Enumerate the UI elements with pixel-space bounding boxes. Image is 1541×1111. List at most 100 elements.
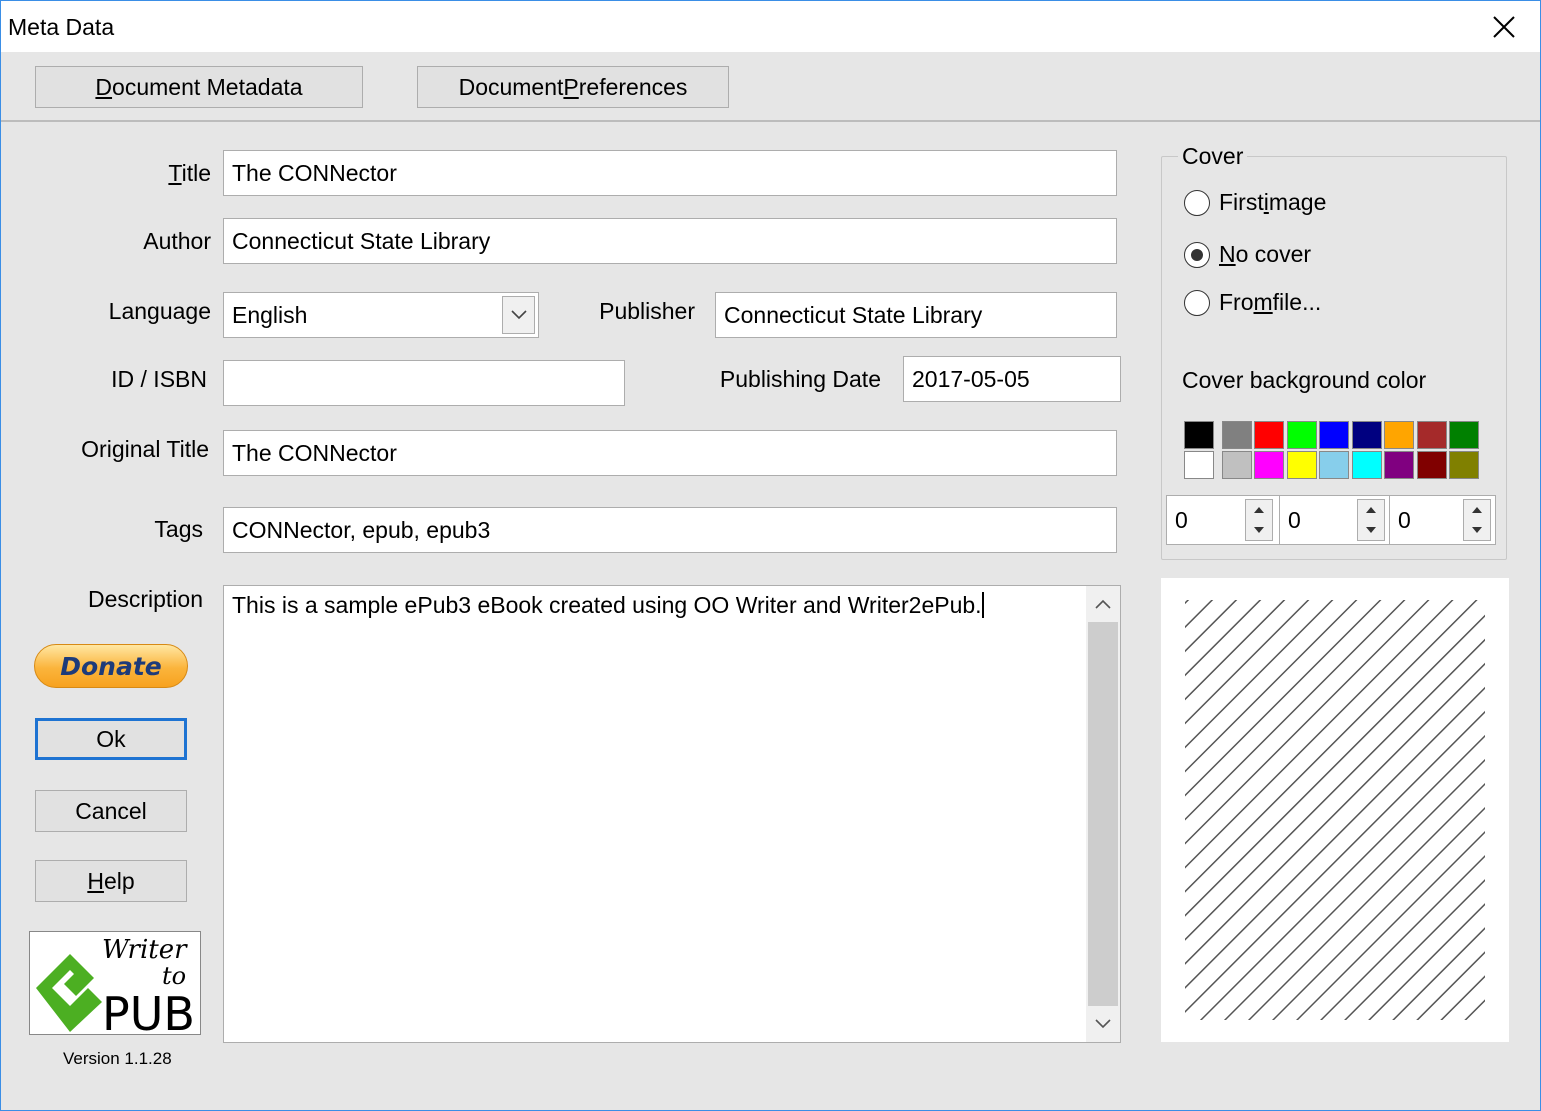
epub-logo-graphic: Writer to PUB <box>36 935 195 1041</box>
red-value: 0 <box>1175 506 1188 533</box>
color-swatch[interactable] <box>1254 451 1284 479</box>
author-label: Author <box>143 228 211 254</box>
color-swatch[interactable] <box>1286 421 1317 449</box>
no-cover-label-accel: N <box>1219 241 1236 267</box>
title-label-post: itle <box>181 160 211 186</box>
color-swatch[interactable] <box>1351 451 1382 479</box>
title-label-accel: T <box>168 160 182 186</box>
title-label: Title <box>101 160 211 187</box>
version-label: Version 1.1.28 <box>63 1049 172 1068</box>
original-title-input-value: The CONNector <box>232 439 397 466</box>
green-value: 0 <box>1288 506 1301 533</box>
color-swatch[interactable] <box>1449 451 1479 479</box>
language-dropdown-button[interactable] <box>502 296 535 334</box>
original-title-label: Original Title <box>81 436 209 462</box>
id-isbn-label: ID / ISBN <box>111 366 207 392</box>
author-input-value: Connecticut State Library <box>232 227 491 254</box>
publishing-date-input[interactable]: 2017-05-05 <box>903 356 1121 402</box>
no-cover-radio[interactable] <box>1184 241 1210 268</box>
description-scrollbar[interactable] <box>1086 586 1120 1042</box>
publisher-label: Publisher <box>599 298 695 324</box>
tags-label-post: s <box>191 516 204 542</box>
scrollbar-thumb[interactable] <box>1088 622 1118 1006</box>
tags-input[interactable]: CONNector, epub, epub3 <box>223 507 1117 553</box>
language-select[interactable]: English <box>223 292 539 338</box>
scroll-up-button[interactable] <box>1086 586 1120 622</box>
from-file-option[interactable]: Fro m file... <box>1184 289 1321 316</box>
description-textarea[interactable]: This is a sample ePub3 eBook created usi… <box>223 585 1121 1043</box>
scroll-down-button[interactable] <box>1086 1006 1120 1042</box>
no-cover-option[interactable]: No cover <box>1184 241 1311 268</box>
cover-bg-color-label: Cover background color <box>1182 367 1427 393</box>
document-preferences-button[interactable]: Document Preferences <box>417 66 729 108</box>
writer2epub-logo: Writer to PUB <box>29 931 201 1041</box>
document-metadata-button[interactable]: Document Metadata <box>35 66 363 108</box>
spin-down-icon <box>1472 527 1482 533</box>
color-swatch[interactable] <box>1286 451 1317 479</box>
document-preferences-accel: P <box>563 73 579 100</box>
help-button[interactable]: Help <box>35 860 187 902</box>
publisher-input[interactable]: Connecticut State Library <box>715 292 1117 338</box>
rgb-spinners: 0 0 0 <box>1166 495 1496 545</box>
description-text: This is a sample ePub3 eBook created usi… <box>232 592 984 619</box>
spin-up-icon <box>1472 507 1482 513</box>
red-spin-up[interactable] <box>1246 500 1272 520</box>
spin-down-icon <box>1254 527 1264 533</box>
publishing-date-input-value: 2017-05-05 <box>912 365 1030 392</box>
blue-spin-buttons[interactable] <box>1463 499 1491 541</box>
red-spin-down[interactable] <box>1246 520 1272 540</box>
color-swatch[interactable] <box>1384 451 1414 479</box>
first-image-label-post: mage <box>1268 189 1327 215</box>
from-file-radio[interactable] <box>1184 289 1210 316</box>
dialog-content: Document Metadata Document Preferences T… <box>1 52 1540 1110</box>
color-swatch[interactable] <box>1221 421 1252 449</box>
from-file-label-pre: Fro <box>1219 289 1254 315</box>
color-swatch[interactable] <box>1319 451 1349 479</box>
document-metadata-label: ocument Metadata <box>112 73 303 100</box>
title-bar: Meta Data <box>1 0 1540 52</box>
tags-label-pre: Ta <box>154 516 179 542</box>
logo-writer-text: Writer <box>102 935 188 965</box>
text-caret <box>981 592 984 618</box>
color-swatch[interactable] <box>1416 451 1447 479</box>
color-swatch[interactable] <box>1319 421 1349 449</box>
color-swatch[interactable] <box>1184 451 1214 479</box>
author-input[interactable]: Connecticut State Library <box>223 218 1117 264</box>
color-palette <box>1184 421 1479 481</box>
cancel-button[interactable]: Cancel <box>35 790 187 832</box>
close-icon <box>1493 16 1515 38</box>
blue-spin-down[interactable] <box>1464 520 1490 540</box>
original-title-input[interactable]: The CONNector <box>223 430 1117 476</box>
first-image-radio[interactable] <box>1184 189 1210 216</box>
tags-input-value: CONNector, epub, epub3 <box>232 516 491 543</box>
id-isbn-input[interactable] <box>223 360 625 406</box>
first-image-option[interactable]: First i mage <box>1184 189 1326 216</box>
blue-spin-up[interactable] <box>1464 500 1490 520</box>
logo-to-text: to <box>162 962 186 990</box>
color-swatch[interactable] <box>1254 421 1284 449</box>
dialog-title: Meta Data <box>8 14 115 40</box>
color-swatch[interactable] <box>1384 421 1414 449</box>
title-input[interactable]: The CONNector <box>223 150 1117 196</box>
green-spin-down[interactable] <box>1358 520 1384 540</box>
color-swatch[interactable] <box>1449 421 1479 449</box>
red-spin-buttons[interactable] <box>1245 499 1273 541</box>
no-cover-hatch-pattern <box>1185 600 1485 1020</box>
green-spin-up[interactable] <box>1358 500 1384 520</box>
logo-pub-text: PUB <box>102 987 195 1034</box>
donate-button[interactable]: Donate <box>34 644 188 688</box>
publisher-input-value: Connecticut State Library <box>724 301 983 328</box>
language-select-value: English <box>232 301 308 328</box>
help-label-accel: H <box>87 867 104 894</box>
color-swatch[interactable] <box>1416 421 1447 449</box>
color-swatch[interactable] <box>1221 451 1252 479</box>
color-swatch[interactable] <box>1351 421 1382 449</box>
spin-up-icon <box>1254 507 1264 513</box>
meta-data-dialog: Meta Data Document Metadata Document Pre… <box>0 0 1541 1111</box>
green-spin-buttons[interactable] <box>1357 499 1385 541</box>
ok-button[interactable]: Ok <box>35 718 187 760</box>
blue-value: 0 <box>1398 506 1411 533</box>
top-toolbar: Document Metadata Document Preferences <box>1 52 1540 122</box>
color-swatch[interactable] <box>1184 421 1214 449</box>
close-button[interactable] <box>1468 1 1540 53</box>
